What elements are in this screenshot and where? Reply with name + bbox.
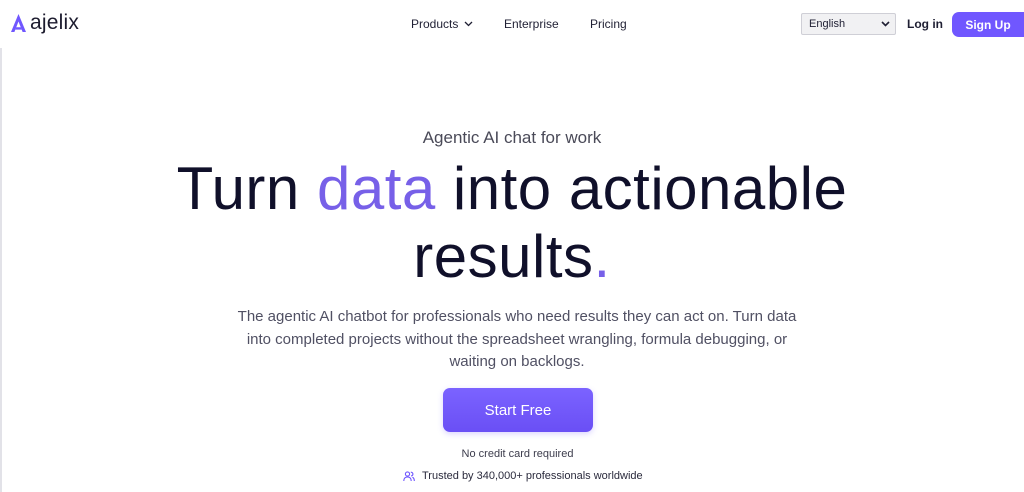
hero-description: The agentic AI chatbot for professionals…: [237, 308, 797, 370]
chevron-down-icon: [464, 21, 473, 27]
nav-pricing-label: Pricing: [590, 17, 627, 31]
nav-products[interactable]: Products: [411, 15, 473, 33]
site-header: ajelix Products Enterprise Pricing Engli…: [0, 0, 1024, 48]
nav-pricing[interactable]: Pricing: [590, 15, 627, 33]
hero-eyebrow: Agentic AI chat for work: [422, 128, 602, 147]
chevron-down-icon: [881, 21, 890, 27]
nav-enterprise[interactable]: Enterprise: [504, 15, 559, 33]
headline-part-2: into actionable: [435, 155, 848, 222]
headline-accent-dot: .: [593, 223, 611, 290]
landing-page: ajelix Products Enterprise Pricing Engli…: [0, 0, 1024, 492]
users-icon: [403, 470, 415, 481]
no-credit-card-note: No credit card required: [461, 448, 574, 460]
trusted-text: Trusted by 340,000+ professionals worldw…: [422, 470, 643, 482]
headline-line-2: results: [413, 223, 594, 290]
hero-headline: Turn data into actionable results.: [0, 155, 1024, 291]
login-link[interactable]: Log in: [907, 16, 943, 32]
nav-enterprise-label: Enterprise: [504, 17, 559, 31]
signup-button[interactable]: Sign Up: [952, 12, 1024, 37]
language-select[interactable]: English: [801, 13, 896, 35]
start-free-button[interactable]: Start Free: [443, 388, 593, 432]
headline-accent-word: data: [316, 155, 436, 222]
trusted-badge: Trusted by 340,000+ professionals worldw…: [403, 469, 643, 483]
nav-products-label: Products: [411, 17, 459, 31]
language-selected-value: English: [809, 18, 846, 30]
headline-part-1: Turn: [176, 155, 317, 222]
